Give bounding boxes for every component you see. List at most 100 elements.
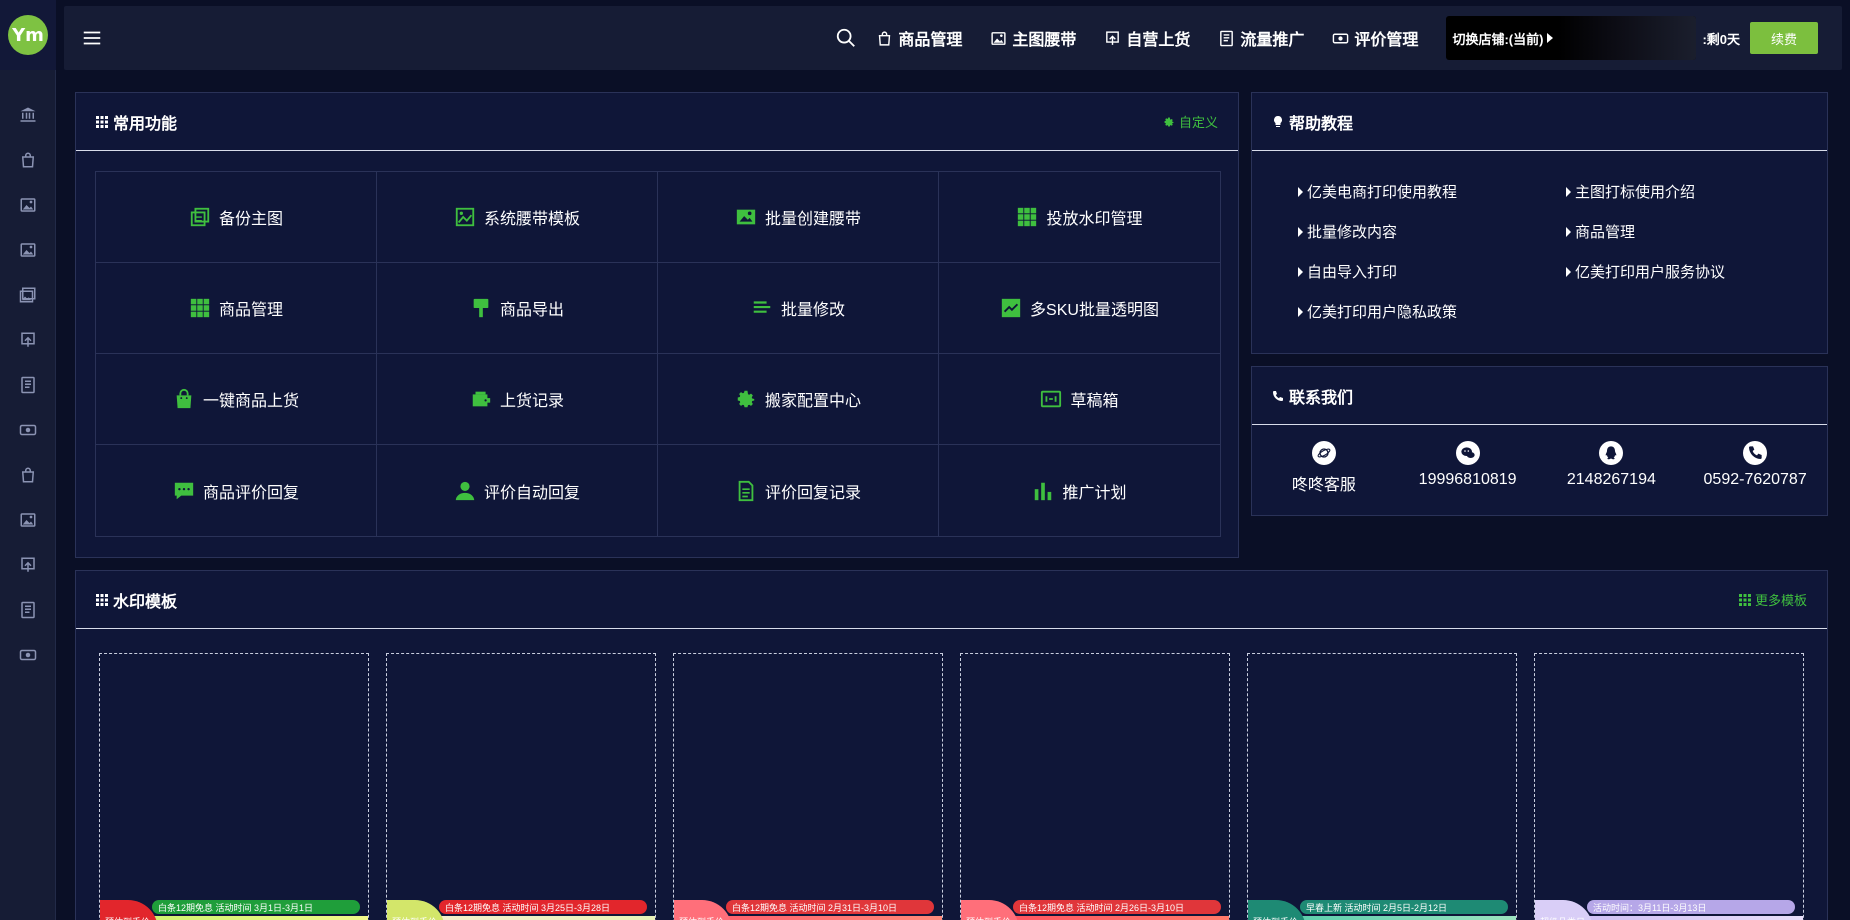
template-banner: 每满300减40白条12期免息 活动时间 3月25日-3月28日预估到手价¥春菜…: [387, 900, 655, 920]
qq-icon: [1606, 446, 1617, 460]
document-icon: [738, 480, 754, 501]
remaining-days: :剩0天: [1702, 31, 1740, 47]
sidebar-item-4[interactable]: [0, 227, 56, 272]
bag-icon: [879, 30, 891, 46]
watermark-template-card[interactable]: 每满300减40白条12期免息 活动时间 2月26日-3月10日预估到手价¥好物…: [960, 653, 1230, 920]
function-item[interactable]: 评价回复记录: [658, 445, 939, 536]
sidebar-item-7[interactable]: [0, 362, 56, 407]
template-badge: 预估到手价¥: [387, 900, 445, 920]
template-banner: 每满300减40早春上新 活动时间 2月5日-2月12日预估到手价¥京东: [1248, 900, 1516, 920]
list-icon: [1220, 30, 1234, 46]
sidebar-item-10[interactable]: [0, 497, 56, 542]
upload-icon: [1106, 30, 1120, 45]
function-item[interactable]: 批量创建腰带: [658, 172, 939, 263]
function-item[interactable]: 推广计划: [939, 445, 1220, 536]
function-item[interactable]: 批量修改: [658, 263, 939, 354]
phone-icon: [1273, 390, 1283, 401]
help-link[interactable]: 亿美电商打印使用教程: [1298, 181, 1566, 202]
common-functions-panel: 常用功能 自定义 备份主图 系统腰带模板 批量创建腰带 投放水印管理商品管理 商品导出 批…: [75, 92, 1239, 558]
sidebar-item-1[interactable]: [0, 92, 56, 137]
picture-icon: [455, 207, 475, 227]
sidebar-item-6[interactable]: [0, 317, 56, 362]
wechat-icon: [1460, 447, 1475, 458]
watermark-template-card[interactable]: 每满300减40白条12期免息 活动时间 3月1日-3月1日预估到手价¥京东超市: [99, 653, 369, 920]
function-item[interactable]: 商品导出: [377, 263, 658, 354]
nav-item-4[interactable]: 流量推广: [1218, 26, 1304, 50]
template-strip: 白条12期免息 活动时间 2月31日-3月10日: [726, 900, 934, 914]
watermark-template-card[interactable]: 每满300减40白条12期免息 活动时间 2月31日-3月10日预估到手价¥38…: [673, 653, 943, 920]
help-link[interactable]: 商品管理: [1566, 221, 1766, 242]
nav-item-1[interactable]: 商品管理: [876, 26, 962, 50]
sidebar-item-13[interactable]: [0, 632, 56, 677]
function-label: 一键商品上货: [202, 393, 299, 410]
function-item[interactable]: 草稿箱: [939, 354, 1220, 445]
sidebar-item-9[interactable]: [0, 452, 56, 497]
sidebar-item-8[interactable]: [0, 407, 56, 452]
menu-toggle-button[interactable]: [80, 26, 104, 50]
contact-item[interactable]: 咚咚客服: [1252, 441, 1396, 495]
sidebar-item-12[interactable]: [0, 587, 56, 632]
nav-item-5[interactable]: 评价管理: [1332, 26, 1418, 50]
more-templates-link[interactable]: 更多模板: [1738, 590, 1807, 609]
shop-switch-label: 切换店铺:(当前): [1452, 31, 1544, 47]
image-icon: [20, 512, 35, 527]
customize-label: 自定义: [1178, 115, 1218, 130]
template-strip-text: 早春上新 活动时间 2月5日-2月12日: [1306, 902, 1448, 913]
function-item[interactable]: 搬家配置中心: [658, 354, 939, 445]
watermark-template-card[interactable]: 每满300减40白条12期免息 活动时间 3月25日-3月28日预估到手价¥春菜…: [386, 653, 656, 920]
contact-icon-wrap: [1599, 441, 1624, 465]
nav-item-3[interactable]: 自营上货: [1104, 26, 1190, 50]
panel-title: 水印模板: [113, 593, 178, 611]
template-badge: 预估到手价¥: [1248, 900, 1306, 920]
help-link[interactable]: 主图打标使用介绍: [1566, 181, 1766, 202]
sidebar: Ym: [0, 0, 56, 920]
contact-item[interactable]: 19996810819: [1396, 441, 1540, 495]
function-label: 商品导出: [499, 302, 564, 319]
template-strip-text: 白条12期免息 活动时间 2月26日-3月10日: [1019, 902, 1185, 913]
function-item[interactable]: 商品评价回复: [96, 445, 377, 536]
help-link[interactable]: 批量修改内容: [1298, 221, 1566, 242]
help-link[interactable]: 亿美打印用户隐私政策: [1298, 301, 1566, 322]
function-item[interactable]: 多SKU批量透明图: [939, 263, 1220, 354]
help-link-label: 亿美电商打印使用教程: [1307, 184, 1458, 201]
contact-panel: 联系我们 咚咚客服 19996810819 2148267194 0592-76207…: [1251, 366, 1828, 516]
function-label: 上货记录: [499, 393, 564, 410]
gear-icon: [737, 390, 755, 408]
app-logo[interactable]: Ym: [0, 0, 56, 70]
shop-switch[interactable]: 切换店铺:(当前): [1446, 16, 1697, 60]
sidebar-item-2[interactable]: [0, 137, 56, 182]
watermark-template-card[interactable]: 每满499减80活动时间：3月11日-3月13日超级品类日¥预计到手价: [1534, 653, 1804, 920]
contact-item[interactable]: 2148267194: [1540, 441, 1684, 495]
top-nav: 商品管理 主图腰带 自营上货 流量推广 评价管理: [876, 26, 1446, 50]
contact-item[interactable]: 0592-7620787: [1683, 441, 1827, 495]
help-link[interactable]: 亿美打印用户服务协议: [1566, 261, 1766, 282]
template-badge: 超级品类日¥: [1535, 900, 1593, 920]
search-button[interactable]: [832, 24, 860, 52]
function-item[interactable]: 备份主图: [96, 172, 377, 263]
panel-header: 常用功能 自定义: [76, 93, 1238, 151]
sidebar-item-11[interactable]: [0, 542, 56, 587]
contact-icon-wrap: [1743, 441, 1768, 465]
contact-label: 咚咚客服: [1291, 477, 1356, 494]
chart-line-icon: [1001, 298, 1021, 318]
sidebar-item-5[interactable]: [0, 272, 56, 317]
image-fill-icon: [736, 209, 756, 225]
renew-button[interactable]: 续费: [1750, 22, 1818, 54]
function-item[interactable]: 一键商品上货: [96, 354, 377, 445]
template-badge: 预估到手价¥: [674, 900, 732, 920]
nav-item-2[interactable]: 主图腰带: [990, 26, 1076, 50]
list-icon: [20, 376, 35, 393]
template-badge-text: 预估到手价: [1253, 915, 1298, 920]
customize-link[interactable]: 自定义: [1163, 112, 1218, 131]
function-item[interactable]: 投放水印管理: [939, 172, 1220, 263]
sidebar-item-3[interactable]: [0, 182, 56, 227]
function-label: 投放水印管理: [1046, 211, 1143, 228]
template-badge: 预估到手价¥: [100, 900, 158, 920]
image-icon: [20, 197, 35, 212]
function-item[interactable]: 上货记录: [377, 354, 658, 445]
help-link[interactable]: 自由导入打印: [1298, 261, 1566, 282]
function-item[interactable]: 系统腰带模板: [377, 172, 658, 263]
watermark-template-card[interactable]: 每满300减40早春上新 活动时间 2月5日-2月12日预估到手价¥京东: [1247, 653, 1517, 920]
function-item[interactable]: 商品管理: [96, 263, 377, 354]
function-item[interactable]: 评价自动回复: [377, 445, 658, 536]
